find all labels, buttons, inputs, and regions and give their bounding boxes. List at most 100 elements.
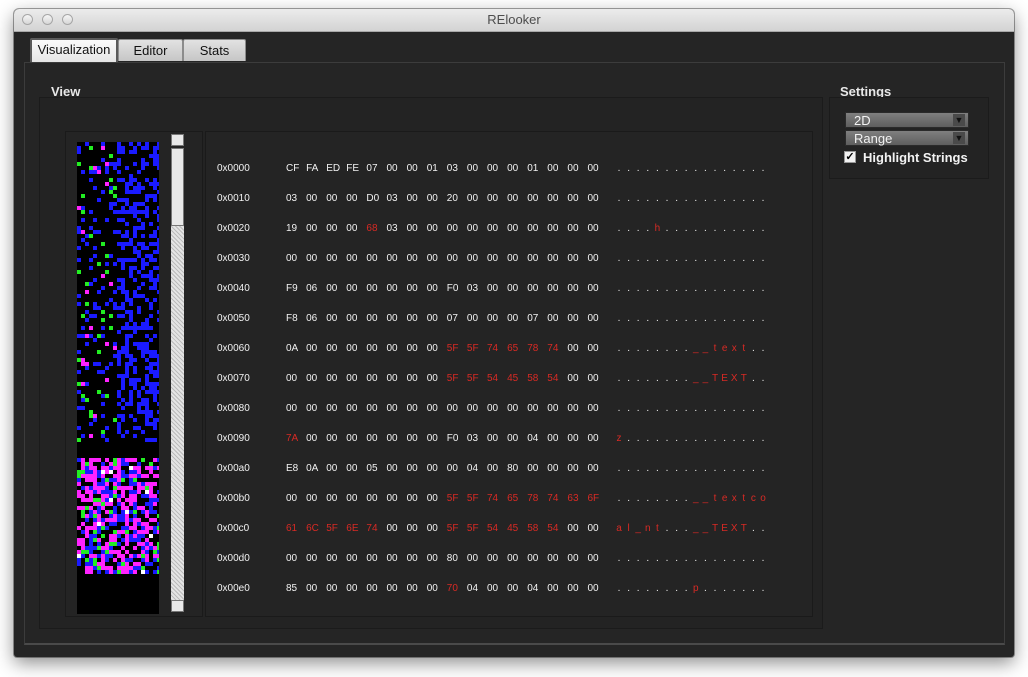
hex-byte[interactable]: 00 xyxy=(407,373,423,384)
hex-byte[interactable]: 00 xyxy=(567,523,583,534)
hex-byte[interactable]: 5F xyxy=(326,523,342,534)
hex-byte[interactable]: 00 xyxy=(427,403,443,414)
hex-byte[interactable]: 00 xyxy=(527,253,543,264)
hex-byte[interactable]: 03 xyxy=(387,193,403,204)
hex-byte[interactable]: F0 xyxy=(447,283,463,294)
hex-byte[interactable]: 00 xyxy=(547,313,563,324)
binary-visualization-canvas[interactable] xyxy=(77,142,159,614)
hex-row[interactable]: 0x0030 00 00 00 00 00 00 00 00 00 00 00 00 00 00 00 00. … xyxy=(206,253,812,267)
hex-byte[interactable]: 00 xyxy=(467,313,483,324)
hex-byte[interactable]: 01 xyxy=(427,163,443,174)
mode-select[interactable]: 2D ▼ xyxy=(845,112,969,128)
hex-byte[interactable]: 00 xyxy=(507,403,523,414)
hex-byte[interactable]: 00 xyxy=(346,373,362,384)
hex-byte[interactable]: 6E xyxy=(346,523,362,534)
hex-byte[interactable]: 00 xyxy=(427,433,443,444)
hex-byte[interactable]: 00 xyxy=(567,403,583,414)
hex-byte[interactable]: 00 xyxy=(547,463,563,474)
hex-byte[interactable]: 00 xyxy=(286,493,302,504)
hex-byte[interactable]: 00 xyxy=(387,283,403,294)
hex-byte[interactable]: 5F xyxy=(467,373,483,384)
scroll-up-button[interactable] xyxy=(171,134,184,146)
hex-byte[interactable]: 00 xyxy=(366,433,382,444)
hex-byte[interactable]: 00 xyxy=(487,463,503,474)
hex-byte[interactable]: 00 xyxy=(387,493,403,504)
hex-byte[interactable]: 00 xyxy=(326,553,342,564)
hex-byte[interactable]: 00 xyxy=(588,553,604,564)
hex-view-panel[interactable]: 0x0000 CF FA ED FE 07 00 00 01 03 00 00 00 01 00 00 00. … xyxy=(205,131,813,617)
hex-byte[interactable]: 00 xyxy=(487,223,503,234)
hex-byte[interactable]: 00 xyxy=(326,193,342,204)
hex-byte[interactable]: 00 xyxy=(527,403,543,414)
hex-byte[interactable]: 00 xyxy=(407,283,423,294)
hex-byte[interactable]: 00 xyxy=(306,343,322,354)
hex-byte[interactable]: 04 xyxy=(527,433,543,444)
hex-byte[interactable]: 00 xyxy=(286,373,302,384)
hex-byte[interactable]: 00 xyxy=(407,313,423,324)
hex-byte[interactable]: 00 xyxy=(467,193,483,204)
hex-byte[interactable]: 00 xyxy=(507,433,523,444)
hex-byte[interactable]: 00 xyxy=(366,493,382,504)
hex-byte[interactable]: 00 xyxy=(527,553,543,564)
hex-byte[interactable]: 00 xyxy=(447,223,463,234)
hex-byte[interactable]: F0 xyxy=(447,433,463,444)
hex-byte[interactable]: 00 xyxy=(467,553,483,564)
hex-byte[interactable]: 00 xyxy=(407,553,423,564)
hex-byte[interactable]: 00 xyxy=(346,283,362,294)
hex-byte[interactable]: 85 xyxy=(286,583,302,594)
hex-byte[interactable]: 00 xyxy=(487,583,503,594)
hex-byte[interactable]: 00 xyxy=(286,253,302,264)
hex-byte[interactable]: 00 xyxy=(306,253,322,264)
hex-byte[interactable]: 00 xyxy=(427,523,443,534)
hex-byte[interactable]: 5F xyxy=(447,343,463,354)
tab-stats[interactable]: Stats xyxy=(183,39,246,61)
hex-byte[interactable]: 00 xyxy=(547,193,563,204)
hex-byte[interactable]: 00 xyxy=(467,223,483,234)
hex-byte[interactable]: 00 xyxy=(306,403,322,414)
hex-byte[interactable]: 78 xyxy=(527,493,543,504)
hex-byte[interactable]: 00 xyxy=(407,343,423,354)
hex-byte[interactable]: 00 xyxy=(487,163,503,174)
hex-byte[interactable]: 00 xyxy=(588,313,604,324)
hex-byte[interactable]: 5F xyxy=(447,493,463,504)
hex-row[interactable]: 0x00c0 61 6C 5F 6E 74 00 00 00 5F 5F 54 45 58 54 00 00 a … xyxy=(206,523,812,537)
hex-byte[interactable]: 00 xyxy=(427,463,443,474)
hex-byte[interactable]: 00 xyxy=(588,193,604,204)
hex-byte[interactable]: 00 xyxy=(507,193,523,204)
hex-byte[interactable]: 00 xyxy=(547,553,563,564)
highlight-strings-checkbox[interactable]: ✓ xyxy=(844,151,856,163)
hex-byte[interactable]: 00 xyxy=(447,463,463,474)
hex-byte[interactable]: 00 xyxy=(387,523,403,534)
hex-byte[interactable]: 00 xyxy=(326,493,342,504)
hex-row[interactable]: 0x00a0 E8 0A 00 00 05 00 00 00 00 04 00 80 00 00 00 00. … xyxy=(206,463,812,477)
hex-byte[interactable]: 04 xyxy=(527,583,543,594)
hex-byte[interactable]: 00 xyxy=(346,403,362,414)
hex-row[interactable]: 0x0020 19 00 00 00 68 03 00 00 00 00 00 00 00 00 00 00. … xyxy=(206,223,812,237)
hex-byte[interactable]: 00 xyxy=(567,433,583,444)
hex-byte[interactable]: 00 xyxy=(306,433,322,444)
hex-byte[interactable]: 00 xyxy=(366,253,382,264)
hex-byte[interactable]: 00 xyxy=(326,223,342,234)
tab-visualization[interactable]: Visualization xyxy=(30,38,118,62)
hex-byte[interactable]: D0 xyxy=(366,193,382,204)
hex-byte[interactable]: 5F xyxy=(447,523,463,534)
hex-byte[interactable]: 00 xyxy=(427,373,443,384)
hex-byte[interactable]: 19 xyxy=(286,223,302,234)
hex-row[interactable]: 0x00e0 85 00 00 00 00 00 00 00 70 04 00 00 04 00 00 00. … xyxy=(206,583,812,597)
hex-byte[interactable]: 00 xyxy=(427,313,443,324)
hex-byte[interactable]: 54 xyxy=(487,523,503,534)
scroll-down-button[interactable] xyxy=(171,600,184,612)
hex-byte[interactable]: 00 xyxy=(547,253,563,264)
hex-byte[interactable]: 00 xyxy=(387,313,403,324)
hex-byte[interactable]: 5F xyxy=(447,373,463,384)
color-scheme-select[interactable]: Range ▼ xyxy=(845,130,969,146)
hex-byte[interactable]: 00 xyxy=(286,403,302,414)
hex-byte[interactable]: 00 xyxy=(427,343,443,354)
hex-byte[interactable]: 00 xyxy=(527,193,543,204)
hex-byte[interactable]: 00 xyxy=(567,373,583,384)
hex-byte[interactable]: 6C xyxy=(306,523,322,534)
hex-byte[interactable]: 00 xyxy=(326,373,342,384)
hex-byte[interactable]: 00 xyxy=(346,583,362,594)
hex-row[interactable]: 0x0050 F8 06 00 00 00 00 00 00 07 00 00 00 07 00 00 00. … xyxy=(206,313,812,327)
hex-byte[interactable]: 03 xyxy=(286,193,302,204)
